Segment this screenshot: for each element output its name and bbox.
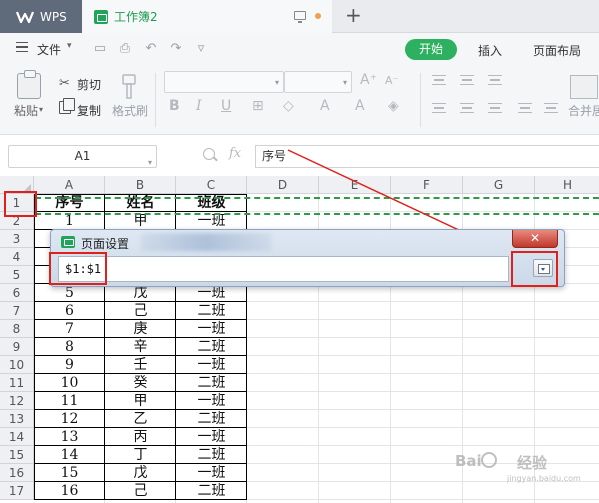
watermark-url: jingyan.baidu.com xyxy=(507,474,581,483)
print-title-range-input[interactable]: $1:$1 xyxy=(58,256,509,282)
blurred-region xyxy=(141,233,271,251)
dialog-close-button[interactable]: ✕ xyxy=(512,230,558,248)
dialog-title: 页面设置 xyxy=(81,237,130,251)
watermark: Bai 经验 jingyan.baidu.com xyxy=(455,450,595,483)
watermark-text: Bai xyxy=(455,452,482,470)
collapse-button-highlight xyxy=(511,251,558,287)
spreadsheet-icon xyxy=(61,236,75,248)
page-setup-dialog: 页面设置 ✕ $1:$1 xyxy=(50,229,565,287)
input-highlight xyxy=(49,252,107,285)
watermark-text: 经验 xyxy=(517,454,548,472)
paw-logo-icon xyxy=(481,452,497,468)
